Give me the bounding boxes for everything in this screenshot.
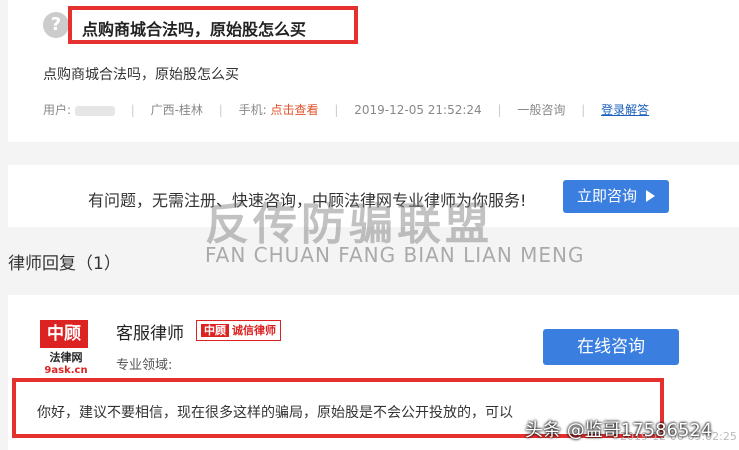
logo-top: 中顾 bbox=[40, 320, 88, 348]
footer-watermark: 头条 @监哥17586524 bbox=[525, 420, 713, 441]
highlight-box-title bbox=[68, 6, 358, 44]
region: 广西-桂林 bbox=[150, 103, 203, 117]
badge-logo: 中顾 bbox=[201, 324, 229, 337]
phone-view-link[interactable]: 点击查看 bbox=[271, 103, 319, 117]
question-category: 一般咨询 bbox=[517, 103, 566, 117]
practice-area-label: 专业领域: bbox=[116, 358, 173, 373]
online-consult-button[interactable]: 在线咨询 bbox=[543, 329, 679, 365]
user-label: 用户: bbox=[43, 103, 72, 117]
logo-bot: 9ask.cn bbox=[44, 365, 88, 376]
play-arrow-icon bbox=[646, 190, 655, 202]
logo-mid: 法律网 bbox=[49, 351, 83, 364]
question-description: 点购商城合法吗，原始股怎么买 bbox=[43, 67, 239, 83]
question-datetime: 2019-12-05 21:52:24 bbox=[354, 103, 482, 117]
phone-label: 手机: bbox=[238, 103, 267, 117]
lawyer-replies-title: 律师回复（1） bbox=[8, 254, 121, 274]
watermark-en: FAN CHUAN FANG BIAN LIAN MENG bbox=[205, 243, 585, 267]
consult-now-label: 立即咨询 bbox=[577, 187, 638, 205]
question-icon: ? bbox=[43, 12, 69, 38]
zhonggu-logo: 中顾 法律网 9ask.cn bbox=[40, 320, 92, 376]
user-name-blurred bbox=[74, 105, 115, 116]
consult-now-button[interactable]: 立即咨询 bbox=[563, 180, 669, 213]
badge-text: 诚信律师 bbox=[232, 324, 276, 337]
question-meta: 用户: | 广西-桂林 | 手机: 点击查看 | 2019-12-05 21:5… bbox=[43, 103, 650, 117]
login-answer-link[interactable]: 登录解答 bbox=[601, 103, 649, 117]
credit-lawyer-badge: 中顾 诚信律师 bbox=[196, 320, 281, 341]
lawyer-name[interactable]: 客服律师 bbox=[116, 319, 184, 344]
